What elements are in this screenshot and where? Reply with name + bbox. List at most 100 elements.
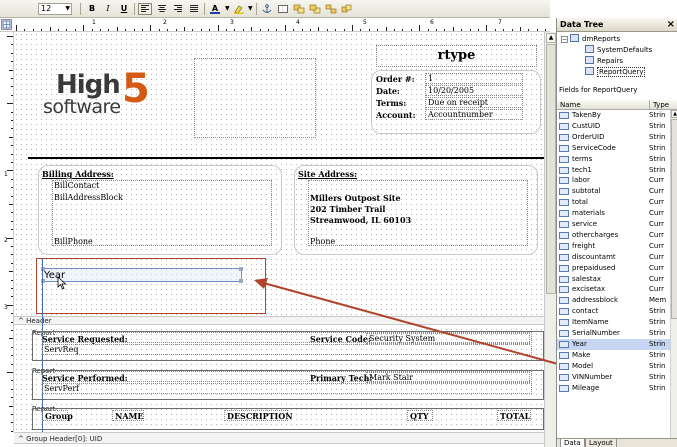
col-total-header[interactable]: TOTAL — [497, 410, 531, 421]
font-color-dropdown[interactable]: ▼ — [224, 3, 230, 15]
vertical-ruler[interactable]: 1 2 3 — [0, 32, 14, 432]
field-row-tech1[interactable]: tech1 Strin — [557, 165, 670, 176]
tree-root-dmreports[interactable]: − dmReports — [561, 34, 620, 44]
field-row-materials[interactable]: materials Curr — [557, 208, 670, 219]
field-row-service[interactable]: service Curr — [557, 219, 670, 230]
year-field-selected[interactable]: Year — [41, 267, 243, 283]
field-row-discountamt[interactable]: discountamt Curr — [557, 252, 670, 263]
field-list-scrollbar[interactable]: ▲ — [670, 110, 677, 438]
field-row-servicecode[interactable]: ServiceCode Strin — [557, 143, 670, 154]
field-row-model[interactable]: Model Strin — [557, 361, 670, 372]
italic-button[interactable]: I — [102, 3, 114, 15]
terms-field[interactable]: Due on receipt — [425, 97, 523, 108]
field-row-mileage[interactable]: Mileage Strin — [557, 383, 670, 394]
field-row-total[interactable]: total Curr — [557, 197, 670, 208]
bill-address-block-field[interactable]: BillAddressBlock — [54, 193, 123, 202]
align-right-button[interactable] — [171, 3, 185, 15]
close-icon[interactable]: × — [667, 18, 675, 32]
site-phone-field[interactable]: Phone — [310, 237, 335, 246]
column-header-name[interactable]: Name — [557, 100, 649, 110]
col-name-header[interactable]: NAME — [112, 410, 144, 421]
site-line-3[interactable]: Streamwood, IL 60103 — [310, 215, 411, 225]
tab-data[interactable]: Data — [560, 439, 585, 447]
date-field[interactable]: 10/20/2005 — [425, 85, 523, 96]
field-row-vinnumber[interactable]: VINNumber Strin — [557, 372, 670, 383]
field-row-year[interactable]: Year Strin — [557, 338, 670, 350]
field-row-labor[interactable]: labor Curr — [557, 175, 670, 186]
horizontal-ruler[interactable]: 1 2 3 4 5 6 7 — [0, 18, 550, 32]
font-size-dropdown[interactable]: 12 ▼ — [38, 3, 72, 15]
field-row-contact[interactable]: contact Strin — [557, 306, 670, 317]
field-row-terms[interactable]: terms Strin — [557, 154, 670, 165]
field-row-takenby[interactable]: TakenBy Strin — [557, 110, 670, 121]
report-type-field[interactable]: rtype — [376, 45, 537, 67]
align-left-button[interactable] — [138, 3, 152, 15]
ruler-tick — [24, 29, 26, 31]
collapse-icon[interactable]: − — [561, 36, 568, 43]
resize-handle[interactable] — [239, 267, 243, 271]
bill-contact-field[interactable]: BillContact — [54, 181, 99, 190]
ruler-tick — [150, 25, 152, 31]
company-logo[interactable]: High 5 software — [42, 66, 182, 118]
site-line-2[interactable]: 202 Timber Trail — [310, 204, 385, 214]
underline-button[interactable]: U — [118, 3, 130, 15]
align-center-button[interactable] — [155, 3, 169, 15]
field-row-prepaidused[interactable]: prepaidused Curr — [557, 263, 670, 274]
font-color-button[interactable]: A — [208, 3, 222, 15]
bill-phone-field[interactable]: BillPhone — [54, 237, 93, 246]
primary-tech-field[interactable]: Mark Stair — [366, 372, 530, 383]
ruler-tick — [436, 29, 437, 31]
align-justify-button[interactable] — [187, 3, 201, 15]
field-list-scroll-thumb[interactable] — [671, 119, 677, 319]
field-row-addressblock[interactable]: addressblock Mem — [557, 295, 670, 306]
order-number-field[interactable]: 1 — [425, 73, 523, 84]
field-row-serialnumber[interactable]: SerialNumber Strin — [557, 328, 670, 339]
ruler-corner-icon[interactable] — [1, 19, 12, 30]
field-row-subtotal[interactable]: subtotal Curr — [557, 186, 670, 197]
col-qty-header[interactable]: QTY — [407, 410, 433, 421]
tree-item-repairs[interactable]: Repairs — [585, 56, 623, 66]
ruler-number: 7 — [498, 19, 502, 26]
highlight-color-button[interactable] — [232, 3, 246, 15]
tree-item-reportquery[interactable]: ReportQuery — [585, 67, 646, 77]
scroll-up-icon[interactable]: ▲ — [546, 33, 556, 43]
field-row-excisetax[interactable]: excisetax Curr — [557, 284, 670, 295]
field-row-othercharges[interactable]: othercharges Curr — [557, 230, 670, 241]
service-code-field[interactable]: Security System — [366, 333, 530, 344]
field-row-make[interactable]: Make Strin — [557, 350, 670, 361]
field-row-orderuid[interactable]: OrderUID Strin — [557, 132, 670, 143]
field-row-itemname[interactable]: ItemName Strin — [557, 317, 670, 328]
group-objects-button[interactable] — [340, 3, 354, 15]
field-row-salestax[interactable]: salestax Curr — [557, 274, 670, 285]
report-design-surface[interactable]: High 5 software rtype Order #: 1 Date: 1… — [14, 32, 544, 432]
account-field[interactable]: Accountnumber — [425, 109, 523, 120]
column-header-type[interactable]: Type — [649, 100, 677, 110]
image-placeholder[interactable] — [194, 58, 316, 138]
col-group-header[interactable]: Group — [42, 410, 73, 421]
align-objects-button[interactable] — [324, 3, 338, 15]
field-row-custuid[interactable]: CustUID Strin — [557, 121, 670, 132]
designer-vertical-scrollbar[interactable]: ▲ — [544, 32, 556, 447]
ruler-tick — [66, 29, 68, 31]
resize-handle[interactable] — [239, 279, 243, 283]
bring-to-front-button[interactable] — [292, 3, 306, 15]
col-description-header[interactable]: DESCRIPTION — [224, 410, 293, 421]
field-type: Curr — [649, 285, 664, 294]
header-divider-line[interactable] — [28, 157, 544, 159]
tab-layout[interactable]: Layout — [585, 439, 617, 447]
border-button[interactable] — [276, 3, 290, 15]
field-row-freight[interactable]: freight Curr — [557, 241, 670, 252]
scroll-up-icon[interactable]: ▲ — [671, 110, 677, 118]
site-line-1[interactable]: Millers Outpost Site — [310, 193, 401, 203]
highlight-color-dropdown[interactable]: ▼ — [247, 3, 253, 15]
separator — [134, 3, 135, 15]
highlight-frame — [36, 258, 266, 314]
send-to-back-button[interactable] — [308, 3, 322, 15]
group-header-band-bar[interactable]: ^ Group Header[0]: UID — [14, 432, 544, 444]
bold-button[interactable]: B — [86, 3, 98, 15]
designer-scroll-thumb[interactable] — [546, 44, 556, 294]
header-band-bar[interactable]: ^ Header — [14, 316, 544, 325]
ruler-tick — [11, 128, 13, 130]
anchor-button[interactable] — [260, 3, 274, 15]
tree-item-systemdefaults[interactable]: SystemDefaults — [585, 45, 652, 55]
